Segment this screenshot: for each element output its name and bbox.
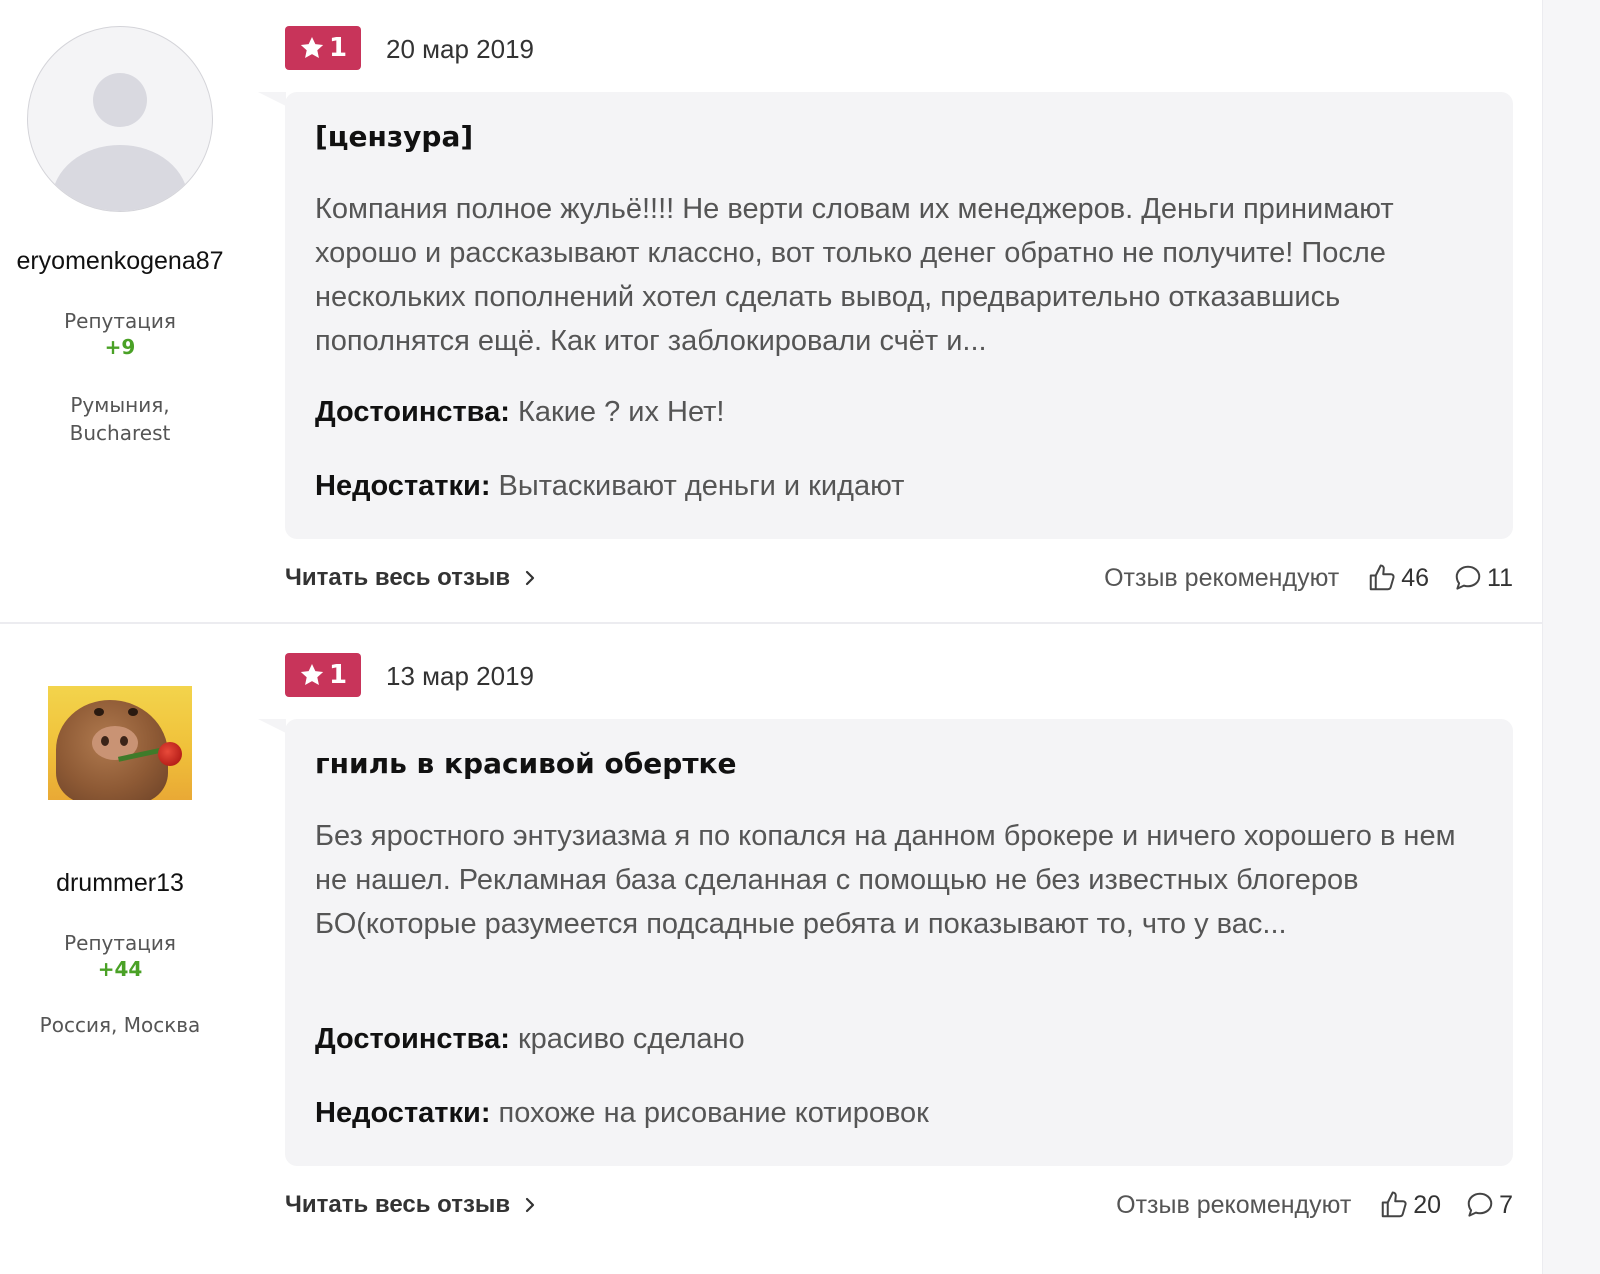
cons-label: Недостатки:: [315, 1097, 491, 1129]
read-more-label: Читать весь отзыв: [285, 564, 511, 591]
review-card: drummer13 Репутация +44 Россия, Москва 1…: [0, 624, 1542, 1274]
review-body: Без яростного энтузиазма я по копался на…: [315, 820, 1456, 940]
thumbs-up-icon: [1369, 564, 1395, 591]
avatar-photo-eye: [94, 708, 104, 716]
default-user-body: [52, 145, 188, 211]
review-cons: Недостатки: Вытаскивают деньги и кидают: [315, 470, 904, 503]
comment-icon: [1455, 565, 1481, 590]
read-full-review-link[interactable]: Читать весь отзыв: [285, 564, 536, 592]
reputation-label: Репутация: [64, 931, 176, 955]
avatar-photo-rose: [158, 742, 182, 766]
cons-text: похоже на рисование котировок: [498, 1097, 929, 1129]
read-more-label: Читать весь отзыв: [285, 1191, 511, 1218]
likes-count: 46: [1401, 563, 1430, 592]
review-footer: Читать весь отзыв Отзыв рекомендуют 20 7: [285, 1185, 1513, 1225]
avatar-photo-nostril: [120, 736, 128, 746]
review-pros: Достоинства: красиво сделано: [315, 1023, 745, 1056]
rating-value: 1: [328, 660, 348, 690]
pros-label: Достоинства:: [315, 396, 510, 428]
comments-count: 7: [1499, 1190, 1513, 1219]
star-icon: [300, 36, 324, 58]
review-stats: Отзыв рекомендуют 20 7: [1116, 1190, 1513, 1220]
review-date: 20 мар 2019: [386, 34, 535, 64]
pros-text: красиво сделано: [517, 1023, 745, 1055]
review-title[interactable]: [цензура]: [315, 120, 473, 153]
thumbs-up-icon: [1382, 1191, 1407, 1218]
author-username[interactable]: drummer13: [15, 868, 225, 899]
review-title[interactable]: гниль в красивой обертке: [315, 747, 737, 780]
comment-icon: [1467, 1192, 1493, 1217]
reputation-label: Репутация: [64, 309, 176, 333]
author-location: Россия, Москва: [39, 1013, 201, 1037]
reputation-value: +9: [104, 335, 136, 359]
avatar[interactable]: [27, 26, 213, 212]
avatar-photo-eye: [128, 708, 138, 716]
star-icon: [300, 663, 324, 685]
rating-value: 1: [328, 33, 348, 63]
cons-text: Вытаскивают деньги и кидают: [498, 470, 905, 502]
author-username[interactable]: eryomenkogena87: [15, 246, 225, 277]
comments-button[interactable]: 11: [1453, 563, 1513, 593]
scroll-rail: [1542, 0, 1600, 1274]
like-button[interactable]: 46: [1367, 563, 1429, 593]
pros-text: Какие ? их Нет!: [517, 396, 725, 428]
review-pros: Достоинства: Какие ? их Нет!: [315, 396, 724, 429]
avatar[interactable]: [48, 686, 192, 800]
like-button[interactable]: 20: [1379, 1190, 1441, 1220]
review-body: Компания полное жульё!!!! Не верти слова…: [315, 193, 1394, 357]
review-date: 13 мар 2019: [386, 661, 535, 691]
likes-count: 20: [1413, 1190, 1442, 1219]
review-bubble: гниль в красивой обертке Без яростного э…: [285, 719, 1513, 1166]
review-cons: Недостатки: похоже на рисование котирово…: [315, 1097, 929, 1130]
chevron-right-icon: [526, 570, 535, 586]
author-location: Румыния, Bucharest: [69, 393, 171, 445]
review-card: eryomenkogena87 Репутация +9 Румыния, Bu…: [0, 0, 1542, 624]
read-full-review-link[interactable]: Читать весь отзыв: [285, 1191, 536, 1219]
recommend-label: Отзыв рекомендуют: [1104, 563, 1340, 592]
comments-button[interactable]: 7: [1465, 1190, 1513, 1220]
bubble-tail: [258, 92, 286, 106]
rating-badge: 1: [285, 26, 361, 70]
review-stats: Отзыв рекомендуют 46 11: [1104, 563, 1513, 593]
cons-label: Недостатки:: [315, 470, 491, 502]
chevron-right-icon: [526, 1197, 535, 1213]
reputation-value: +44: [97, 957, 143, 981]
rating-badge: 1: [285, 653, 361, 697]
comments-count: 11: [1487, 563, 1513, 592]
review-bubble: [цензура] Компания полное жульё!!!! Не в…: [285, 92, 1513, 539]
bubble-tail: [258, 719, 286, 733]
review-author: drummer13 Репутация +44 Россия, Москва: [0, 624, 240, 1039]
avatar-photo-nostril: [101, 736, 109, 746]
default-user-icon: [93, 73, 147, 127]
review-footer: Читать весь отзыв Отзыв рекомендуют 46 1…: [285, 558, 1513, 598]
pros-label: Достоинства:: [315, 1023, 510, 1055]
review-author: eryomenkogena87 Репутация +9 Румыния, Bu…: [0, 0, 240, 447]
recommend-label: Отзыв рекомендуют: [1116, 1190, 1352, 1219]
